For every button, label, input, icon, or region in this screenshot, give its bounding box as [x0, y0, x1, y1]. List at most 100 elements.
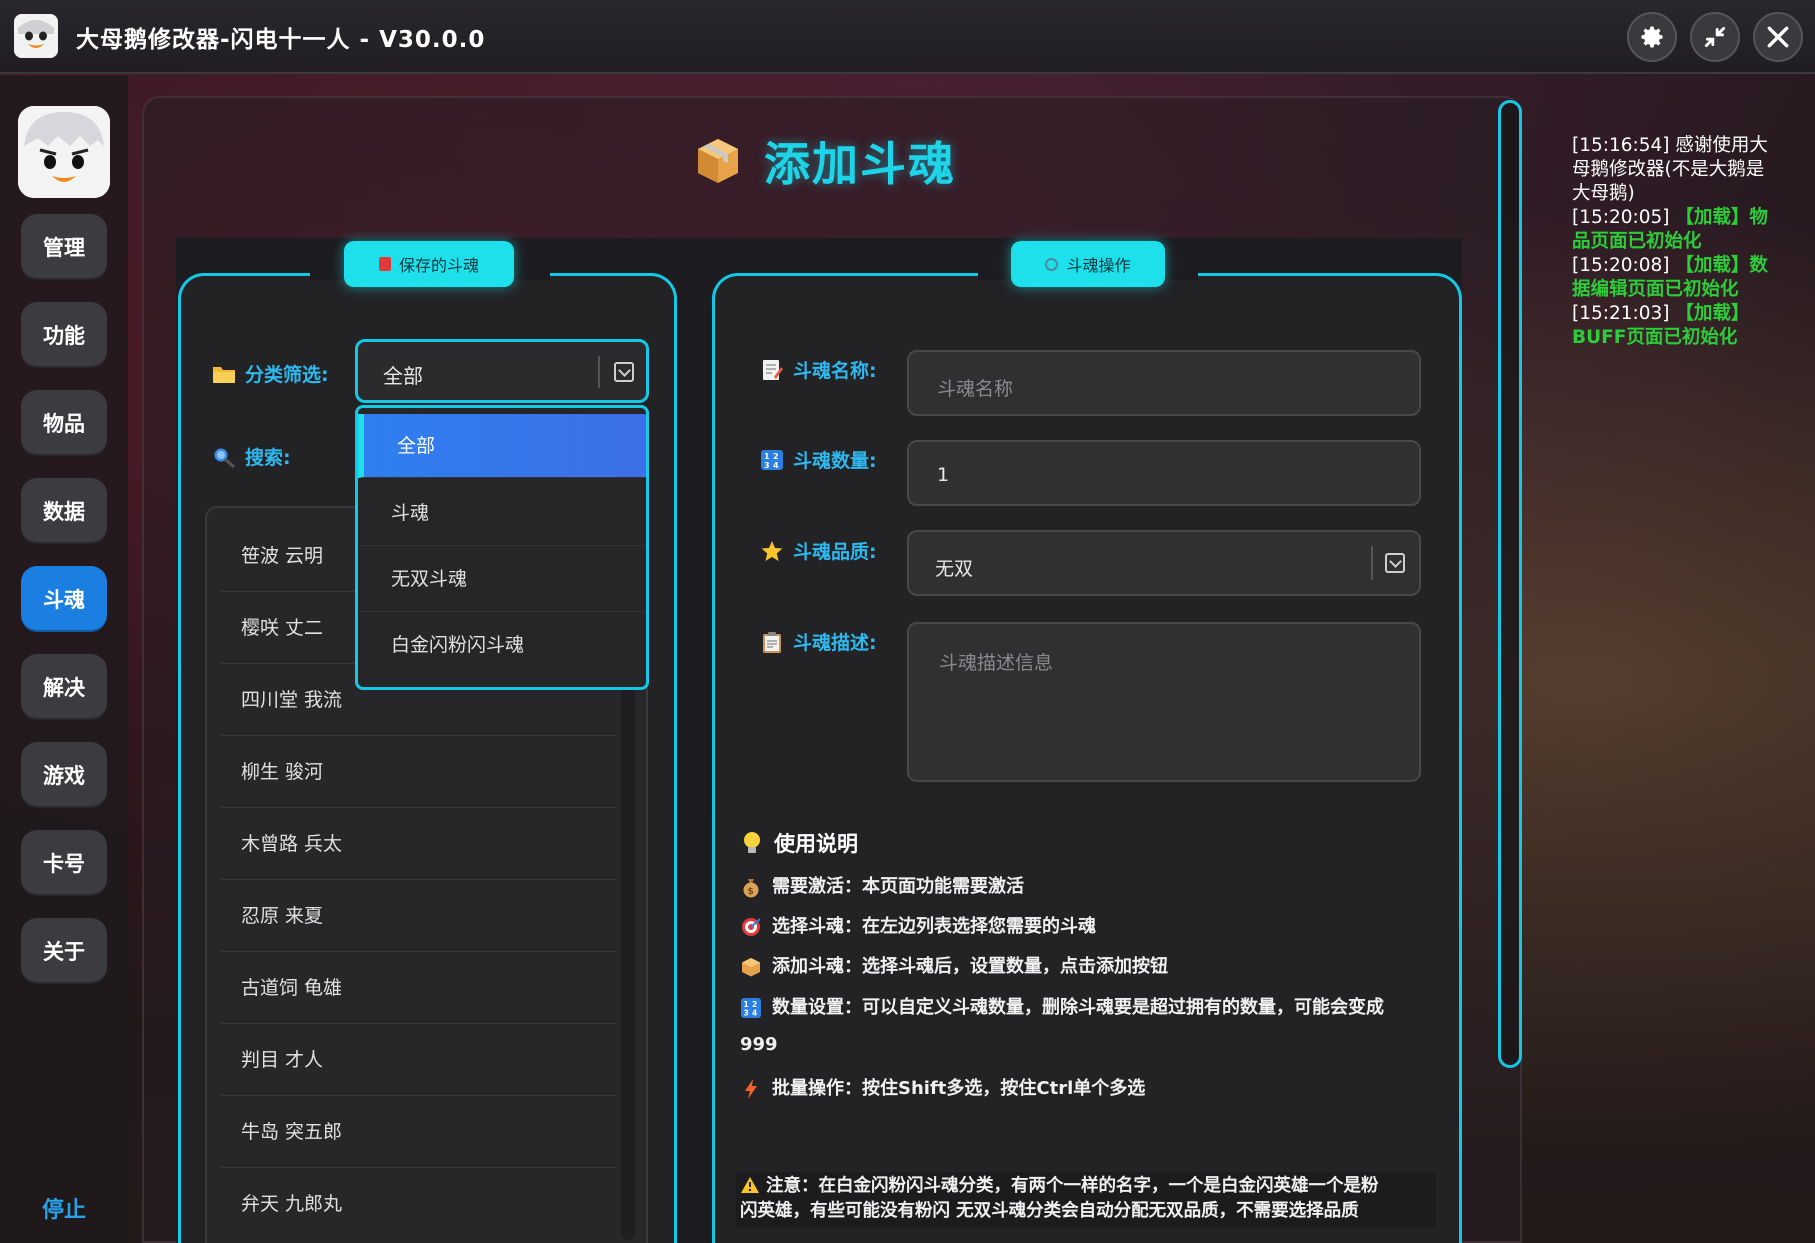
filter-label: 分类筛选: [212, 360, 329, 387]
sidebar-item-data[interactable]: 数据 [21, 478, 107, 544]
filter-label-text: 分类筛选: [245, 364, 329, 386]
svg-text:2: 2 [773, 452, 779, 461]
list-item[interactable]: 柳生 骏河 [221, 736, 616, 808]
search-icon [214, 448, 235, 468]
notice-box: 注意：在白金闪粉闪斗魂分类，有两个一样的名字，一个是白金闪英雄一个是粉 闪英雄，… [736, 1172, 1436, 1228]
soul-name-placeholder: 斗魂名称 [937, 378, 1014, 400]
svg-text:3: 3 [764, 461, 770, 470]
category-select-value: 全部 [383, 364, 423, 388]
svg-text:3: 3 [744, 1009, 749, 1018]
clipboard-icon [763, 631, 781, 653]
settings-icon [1641, 26, 1663, 48]
soul-quality-select[interactable]: 无双 [907, 530, 1421, 596]
soul-count-input[interactable]: 1 [907, 440, 1421, 506]
log-time: [15:21:03] [1572, 303, 1670, 324]
log-entry: [15:20:05] 【加载】物品页面已初始化 [1572, 206, 1772, 254]
list-item[interactable]: 木曾路 兵太 [221, 808, 616, 880]
sidebar-item-items[interactable]: 物品 [21, 390, 107, 456]
help-line-text: 数量设置：可以自定义斗魂数量，删除斗魂要是超过拥有的数量，可能会变成 [772, 997, 1384, 1018]
list-item[interactable]: 古道饲 龟雄 [221, 952, 616, 1024]
list-item[interactable]: 忍原 来夏 [221, 880, 616, 952]
numbers-icon: 1 2 3 4 [761, 449, 783, 470]
gear-icon [1045, 257, 1059, 271]
star-icon [761, 540, 783, 561]
dropdown-option-all[interactable]: 全部 [358, 414, 646, 478]
folder-icon [213, 366, 235, 383]
sidebar-item-function[interactable]: 功能 [21, 302, 107, 368]
soul-count-value: 1 [937, 464, 950, 486]
tab-soul-operation[interactable]: 斗魂操作 [1011, 241, 1165, 287]
main-scrollbar[interactable] [1498, 100, 1522, 1068]
help-line-count: 1 2 3 4 数量设置：可以自定义斗魂数量，删除斗魂要是超过拥有的数量，可能会… [740, 995, 1440, 1021]
page-title: 添加斗魂 [690, 128, 956, 194]
help-line-text: 批量操作：按住Shift多选，按住Ctrl单个多选 [772, 1078, 1146, 1099]
warning-icon [741, 1177, 759, 1193]
avatar [18, 106, 110, 198]
help-line-select: 选择斗魂：在左边列表选择您需要的斗魂 [740, 914, 1440, 940]
numbers-icon: 1 2 3 4 [741, 998, 761, 1018]
close-button[interactable] [1753, 12, 1803, 62]
svg-text:4: 4 [773, 461, 779, 470]
quality-label: 斗魂品质: [760, 537, 877, 564]
title-bar: 大母鹅修改器-闪电十一人 - V30.0.0 [0, 0, 1815, 74]
count-label: 1 2 3 4 斗魂数量: [760, 446, 877, 473]
select-divider [1371, 546, 1373, 580]
stop-button[interactable]: 停止 [0, 1192, 128, 1224]
svg-text:$: $ [748, 887, 754, 897]
svg-text:4: 4 [752, 1009, 757, 1018]
sidebar-item-game[interactable]: 游戏 [21, 742, 107, 808]
help-title-text: 使用说明 [774, 832, 858, 856]
dropdown-option-platinum-soul[interactable]: 白金闪粉闪斗魂 [358, 612, 646, 678]
dropdown-option-musou-soul[interactable]: 无双斗魂 [358, 546, 646, 612]
lightning-icon [745, 1079, 757, 1099]
sidebar-item-card[interactable]: 卡号 [21, 830, 107, 896]
dropdown-option-soul[interactable]: 斗魂 [358, 480, 646, 546]
help-line-add: 添加斗魂：选择斗魂后，设置数量，点击添加按钮 [740, 954, 1440, 980]
log-time: [15:20:05] [1572, 207, 1670, 228]
sidebar-item-solve[interactable]: 解决 [21, 654, 107, 720]
notice-text-line1: 注意：在白金闪粉闪斗魂分类，有两个一样的名字，一个是白金闪英雄一个是粉 [766, 1176, 1379, 1196]
sidebar-item-soul[interactable]: 斗魂 [21, 566, 107, 632]
category-select[interactable]: 全部 [355, 339, 649, 403]
chevron-down-icon [614, 362, 634, 382]
soul-quality-value: 无双 [935, 558, 974, 580]
log-time: [15:16:54] [1572, 135, 1670, 156]
shrink-button[interactable] [1690, 12, 1740, 62]
target-icon [742, 918, 761, 936]
name-label: 斗魂名称: [760, 356, 877, 383]
tab-saved-souls[interactable]: 保存的斗魂 [344, 241, 514, 287]
settings-button[interactable] [1627, 12, 1677, 62]
sidebar-item-manage[interactable]: 管理 [21, 214, 107, 280]
chevron-down-icon [1385, 553, 1405, 573]
desc-label: 斗魂描述: [760, 628, 877, 655]
lightbulb-icon [744, 832, 760, 853]
list-item[interactable]: 判目 才人 [221, 1024, 616, 1096]
money-bag-icon: $ [743, 879, 759, 898]
shrink-icon [1704, 26, 1726, 48]
app-logo [14, 14, 58, 58]
soul-description-placeholder: 斗魂描述信息 [939, 652, 1054, 674]
notice-text-line2: 闪英雄，有些可能没有粉闪 无双斗魂分类会自动分配无双品质，不需要选择品质 [740, 1201, 1359, 1221]
sidebar-item-about[interactable]: 关于 [21, 918, 107, 984]
log-time: [15:20:08] [1572, 255, 1670, 276]
svg-text:1: 1 [764, 452, 770, 461]
tab-saved-souls-label: 保存的斗魂 [398, 256, 479, 275]
window-title: 大母鹅修改器-闪电十一人 - V30.0.0 [76, 27, 486, 53]
list-item[interactable]: 牛岛 突五郎 [221, 1096, 616, 1168]
soul-name-input[interactable]: 斗魂名称 [907, 350, 1421, 416]
soul-description-input[interactable]: 斗魂描述信息 [907, 622, 1421, 782]
category-dropdown: 全部 斗魂 无双斗魂 白金闪粉闪斗魂 [355, 405, 649, 690]
name-label-text: 斗魂名称: [793, 360, 877, 382]
desc-label-text: 斗魂描述: [793, 632, 877, 654]
help-line-continuation: 999 [740, 1034, 778, 1055]
package-icon [742, 958, 760, 977]
close-icon [1767, 26, 1789, 48]
list-item[interactable]: 弁天 九郎丸 [221, 1168, 616, 1240]
count-label-text: 斗魂数量: [793, 450, 877, 472]
page-title-text: 添加斗魂 [764, 137, 956, 191]
package-icon [698, 139, 738, 183]
bag-icon [378, 257, 391, 271]
help-line-text: 选择斗魂：在左边列表选择您需要的斗魂 [772, 916, 1096, 937]
log-entry: [15:16:54] 感谢使用大母鹅修改器(不是大鹅是大母鹅) [1572, 134, 1772, 206]
help-line-batch: 批量操作：按住Shift多选，按住Ctrl单个多选 [740, 1076, 1440, 1102]
